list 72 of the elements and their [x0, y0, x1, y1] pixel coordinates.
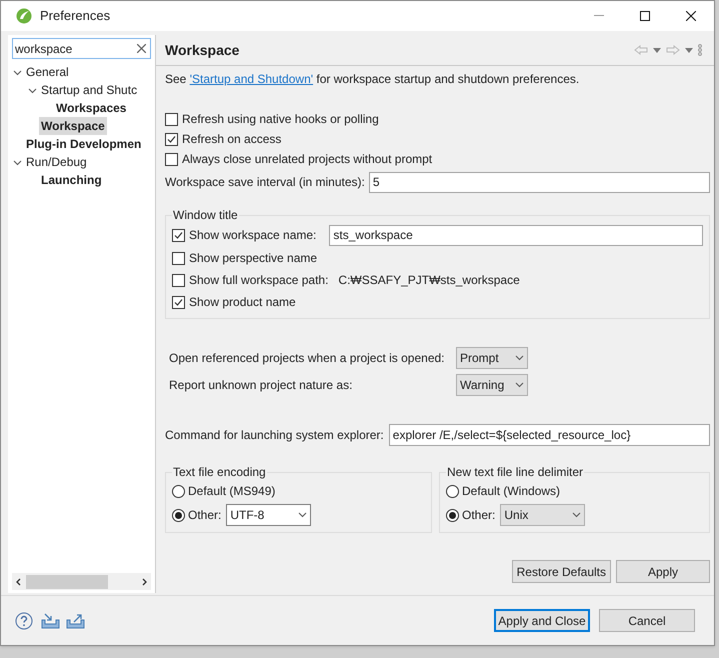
dropdown[interactable]: UTF-8	[226, 504, 312, 526]
field-label: Command for launching system explorer:	[165, 427, 384, 444]
filter-field[interactable]: workspace	[12, 38, 151, 59]
dialog-button[interactable]: Cancel	[599, 609, 695, 632]
option-label: Default (MS949)	[188, 483, 276, 500]
chevron-down-icon	[572, 512, 582, 518]
radio-button[interactable]	[446, 508, 459, 522]
option-label: Show full workspace path:	[189, 272, 328, 289]
checkbox[interactable]	[172, 296, 185, 308]
option-label: Always close unrelated projects without prompt	[182, 151, 432, 168]
dropdown-arrow-icon[interactable]	[653, 48, 661, 52]
tree-item[interactable]: Run/Debug	[24, 153, 89, 171]
field-label: Open referenced projects when a project is opened:	[169, 350, 446, 367]
startup-link[interactable]: 'Startup and Shutdown'	[190, 72, 314, 86]
checkbox[interactable]	[172, 252, 185, 264]
page-button[interactable]: Restore Defaults	[512, 560, 611, 583]
chevron-down-icon[interactable]	[12, 68, 22, 76]
interval-field[interactable]: 5	[368, 172, 710, 192]
option-label: Other:	[462, 507, 496, 524]
chevron-down-icon	[515, 355, 524, 361]
option-label: Show product name	[189, 294, 296, 311]
option-label: Default (Windows)	[462, 483, 560, 500]
option-label: Refresh using native hooks or polling	[182, 111, 379, 128]
radio-button[interactable]	[446, 484, 459, 498]
tree-item[interactable]: Plug-in Developmen	[24, 135, 144, 153]
intro-text: See 'Startup and Shutdown' for workspace startup and shutdown preferences.	[165, 71, 580, 88]
dropdown[interactable]: Unix	[500, 504, 586, 526]
scrollbar-thumb[interactable]	[26, 574, 108, 588]
maximize-icon	[640, 11, 650, 21]
import-icon[interactable]	[41, 612, 60, 628]
leaf-logo-icon	[16, 8, 32, 24]
option-label: Show workspace name:	[189, 227, 316, 244]
tree-item[interactable]: General	[24, 63, 71, 81]
tree-item[interactable]: Workspaces	[54, 99, 128, 117]
tree-item[interactable]: Launching	[39, 171, 104, 189]
option-label: Show perspective name	[189, 250, 318, 267]
group-legend: Window title	[172, 206, 239, 224]
checkbox[interactable]	[172, 274, 185, 286]
tree-item[interactable]: Workspace	[39, 117, 107, 135]
clear-icon[interactable]	[137, 44, 146, 53]
page-button[interactable]: Apply	[616, 560, 710, 583]
group-legend: Text file encoding	[172, 463, 267, 481]
checkbox[interactable]	[172, 228, 185, 242]
explorer-command-field[interactable]: explorer /E,/select=${selected_resource_loc}	[388, 424, 710, 446]
dropdown[interactable]: Prompt	[456, 347, 528, 369]
radio-button[interactable]	[172, 484, 185, 498]
help-icon[interactable]	[15, 612, 33, 630]
page-title: Workspace	[165, 40, 240, 60]
export-icon[interactable]	[66, 612, 85, 628]
checkbox[interactable]	[165, 152, 178, 166]
field-label: Workspace save interval (in minutes):	[165, 174, 365, 191]
workspace-path: C:₩SSAFY_PJT₩sts_workspace	[338, 272, 520, 289]
chevron-down-icon	[515, 382, 524, 388]
tree-item[interactable]: Startup and Shutc	[39, 81, 140, 99]
checkbox[interactable]	[165, 112, 178, 126]
minimize-icon	[594, 15, 604, 17]
chevron-down-icon[interactable]	[12, 158, 22, 166]
group-legend: New text file line delimiter	[446, 463, 584, 481]
radio-button[interactable]	[172, 508, 185, 522]
dropdown-arrow-icon[interactable]	[685, 48, 693, 52]
option-label: Refresh on access	[182, 131, 282, 148]
checkbox[interactable]	[165, 132, 178, 146]
dropdown[interactable]: Warning	[456, 374, 528, 396]
dialog-button[interactable]: Apply and Close	[494, 609, 590, 632]
chevron-down-icon[interactable]	[28, 86, 36, 94]
close-icon	[686, 11, 696, 21]
window-title: Preferences	[40, 7, 110, 26]
field-label: Report unknown project nature as:	[169, 377, 354, 394]
chevron-down-icon	[298, 512, 308, 518]
workspace-name-field[interactable]: sts_workspace	[329, 224, 703, 246]
horizontal-scrollbar[interactable]	[12, 573, 151, 590]
option-label: Other:	[188, 507, 222, 524]
